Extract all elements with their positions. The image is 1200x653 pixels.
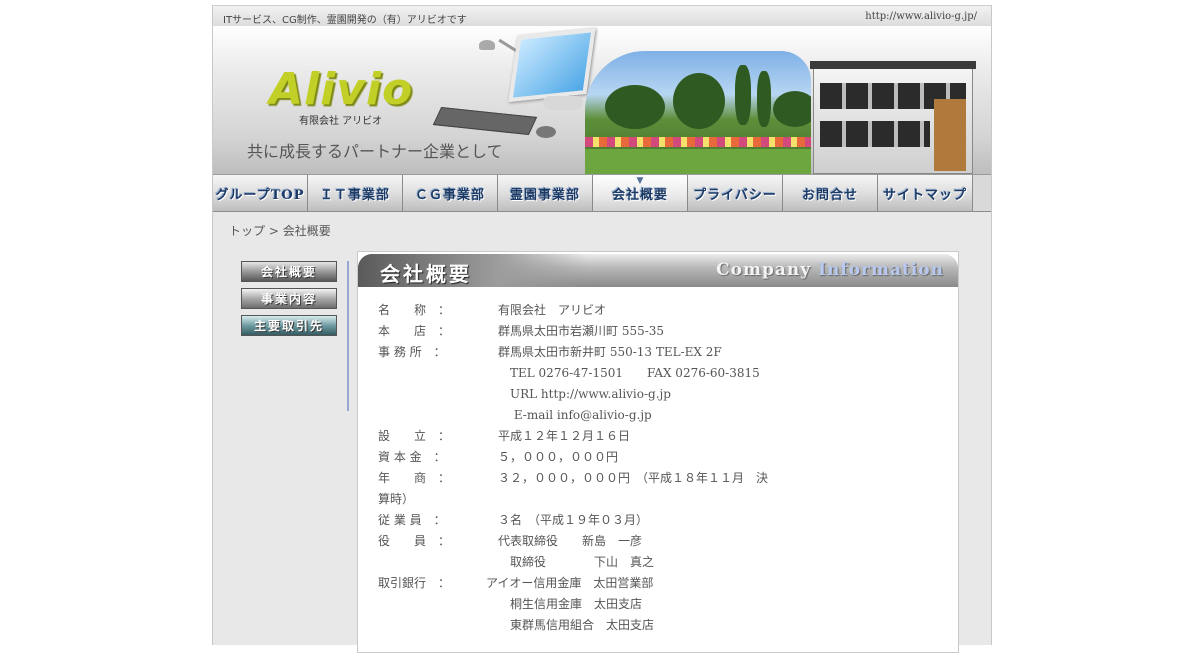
info-continuation: 東群馬信用組合 太田支店 bbox=[510, 618, 655, 632]
info-row: 設 立 ： 平成１２年１２月１６日 bbox=[378, 426, 938, 447]
side-menu-company-profile[interactable]: 会社概要 bbox=[241, 261, 337, 282]
building-roof bbox=[810, 61, 976, 69]
info-label: 従 業 員 ： bbox=[378, 513, 446, 527]
logo-text: Alivio bbox=[269, 64, 414, 115]
info-label: 役 員 ： bbox=[378, 534, 451, 548]
site-logo[interactable]: Alivio 有限会社 アリビオ bbox=[269, 64, 414, 128]
page-title: 会社概要 bbox=[380, 262, 472, 286]
nav-contact[interactable]: お問合せ bbox=[783, 175, 878, 211]
slogan: 共に成長するパートナー企業として bbox=[247, 142, 503, 161]
nav-label: ＣＧ事業部 bbox=[414, 187, 485, 203]
flowerbed-shape bbox=[585, 137, 811, 147]
nav-label: サイトマップ bbox=[882, 187, 967, 203]
info-row: 事 務 所 ： 群馬県太田市新井町 550-13 TEL-EX 2F bbox=[378, 342, 938, 363]
title-en-company: Company bbox=[716, 260, 819, 280]
info-continuation: 取締役 下山 真之 bbox=[510, 555, 655, 569]
breadcrumb-home-link[interactable]: トップ bbox=[229, 224, 265, 238]
info-row: 資 本 金 ： ５，０００，０００円 bbox=[378, 447, 938, 468]
monitor-stand-image bbox=[543, 96, 583, 110]
page-container: ITサービス、CG制作、霊園開発の（有）アリビオです http://www.al… bbox=[212, 5, 992, 653]
tree-shape bbox=[773, 91, 811, 127]
triangle-down-icon: ▼ bbox=[636, 176, 644, 186]
info-continuation: 桐生信用金庫 太田支店 bbox=[510, 597, 643, 611]
info-row: 名 称 ： 有限会社 アリビオ bbox=[378, 300, 938, 321]
nav-label: グループTOP bbox=[215, 187, 305, 203]
info-label: 本 店 ： bbox=[378, 324, 451, 338]
breadcrumb-separator: > bbox=[265, 224, 283, 238]
nav-cg-division[interactable]: ＣＧ事業部 bbox=[403, 175, 498, 211]
info-continuation: URL http://www.alivio-g.jp bbox=[510, 387, 671, 401]
company-name: 有限会社 アリビオ bbox=[299, 116, 383, 127]
content-header: 会社概要 Company Information bbox=[358, 254, 958, 287]
header-banner: Alivio 有限会社 アリビオ 共に成長するパートナー企業として bbox=[213, 26, 991, 174]
info-label: 事 務 所 ： bbox=[378, 345, 446, 359]
info-value: 群馬県太田市岩瀬川町 555-35 bbox=[486, 324, 665, 338]
info-value: ５，０００，０００円 bbox=[486, 450, 619, 464]
keyboard-image bbox=[432, 106, 538, 136]
info-label: 設 立 ： bbox=[378, 429, 451, 443]
site-tagline: ITサービス、CG制作、霊園開発の（有）アリビオです bbox=[223, 15, 467, 26]
nav-sitemap[interactable]: サイトマップ bbox=[878, 175, 973, 211]
mouse-image bbox=[536, 126, 556, 138]
page-title-en: Company Information bbox=[716, 260, 944, 280]
info-row: 年 商 ： ３２，０００，０００円 （平成１８年１１月 決 bbox=[378, 468, 938, 489]
nav-label: お問合せ bbox=[801, 187, 858, 203]
nav-cemetery-division[interactable]: 霊園事業部 bbox=[498, 175, 593, 211]
side-menu: 会社概要 事業内容 主要取引先 bbox=[241, 261, 349, 411]
nav-it-division[interactable]: ＩＴ事業部 bbox=[308, 175, 403, 211]
info-label: 資 本 金 ： bbox=[378, 450, 446, 464]
building-wood-panel bbox=[934, 99, 966, 171]
info-row: 取引銀行 ： アイオー信用金庫 太田営業部 bbox=[378, 573, 938, 594]
nav-label: プライバシー bbox=[693, 187, 777, 203]
breadcrumb-current: 会社概要 bbox=[282, 224, 331, 238]
cypress-shape bbox=[757, 71, 771, 127]
info-row: 本 店 ： 群馬県太田市岩瀬川町 555-35 bbox=[378, 321, 938, 342]
top-bar: ITサービス、CG制作、霊園開発の（有）アリビオです http://www.al… bbox=[213, 5, 991, 27]
garden-photo bbox=[585, 51, 811, 174]
nav-company-profile[interactable]: ▼ 会社概要 bbox=[593, 175, 688, 211]
nav-group-top[interactable]: グループTOP bbox=[213, 175, 308, 211]
nav-label: ＩＴ事業部 bbox=[319, 187, 390, 203]
side-menu-business[interactable]: 事業内容 bbox=[241, 288, 337, 309]
monitor-image bbox=[508, 27, 596, 103]
nav-label: 霊園事業部 bbox=[509, 187, 580, 203]
site-url[interactable]: http://www.alivio-g.jp/ bbox=[865, 11, 977, 22]
building-photo bbox=[810, 61, 976, 174]
info-row: 従 業 員 ： ３名 （平成１９年０３月） bbox=[378, 510, 938, 531]
info-continuation: TEL 0276-47-1501 FAX 0276-60-3815 bbox=[510, 366, 760, 380]
desk-lamp-image bbox=[479, 40, 495, 50]
building-windows bbox=[820, 121, 930, 147]
info-continuation: E-mail info@alivio-g.jp bbox=[510, 408, 652, 422]
info-value: 群馬県太田市新井町 550-13 TEL-EX 2F bbox=[486, 345, 722, 359]
info-value: アイオー信用金庫 太田営業部 bbox=[486, 576, 654, 590]
info-row: 役 員 ： 代表取締役 新島 一彦 bbox=[378, 531, 938, 552]
nav-privacy[interactable]: プライバシー bbox=[688, 175, 783, 211]
info-label: 名 称 ： bbox=[378, 303, 451, 317]
company-info: 名 称 ： 有限会社 アリビオ 本 店 ： 群馬県太田市岩瀬川町 555-35 … bbox=[378, 300, 938, 636]
lawn-shape bbox=[585, 149, 811, 174]
nav-label: 会社概要 bbox=[611, 187, 668, 203]
info-label: 取引銀行 ： bbox=[378, 576, 451, 590]
title-en-information: Information bbox=[818, 260, 944, 280]
info-value: 平成１２年１２月１６日 bbox=[486, 429, 631, 443]
info-value: ３２，０００，０００円 （平成１８年１１月 決 bbox=[486, 471, 769, 485]
tree-shape bbox=[673, 73, 725, 129]
info-wrap-line: 算時） bbox=[378, 492, 415, 506]
info-value: 有限会社 アリビオ bbox=[486, 303, 607, 317]
info-value: 代表取締役 新島 一彦 bbox=[486, 534, 643, 548]
side-menu-clients[interactable]: 主要取引先 bbox=[241, 315, 337, 336]
content-panel: 会社概要 Company Information 名 称 ： 有限会社 アリビオ… bbox=[357, 251, 959, 653]
tree-shape bbox=[605, 85, 665, 129]
breadcrumb: トップ > 会社概要 bbox=[229, 222, 331, 239]
info-label: 年 商 ： bbox=[378, 471, 451, 485]
info-value: ３名 （平成１９年０３月） bbox=[486, 513, 649, 527]
main-nav: グループTOP ＩＴ事業部 ＣＧ事業部 霊園事業部 ▼ 会社概要 プライバシー … bbox=[213, 174, 991, 212]
cypress-shape bbox=[735, 65, 751, 125]
